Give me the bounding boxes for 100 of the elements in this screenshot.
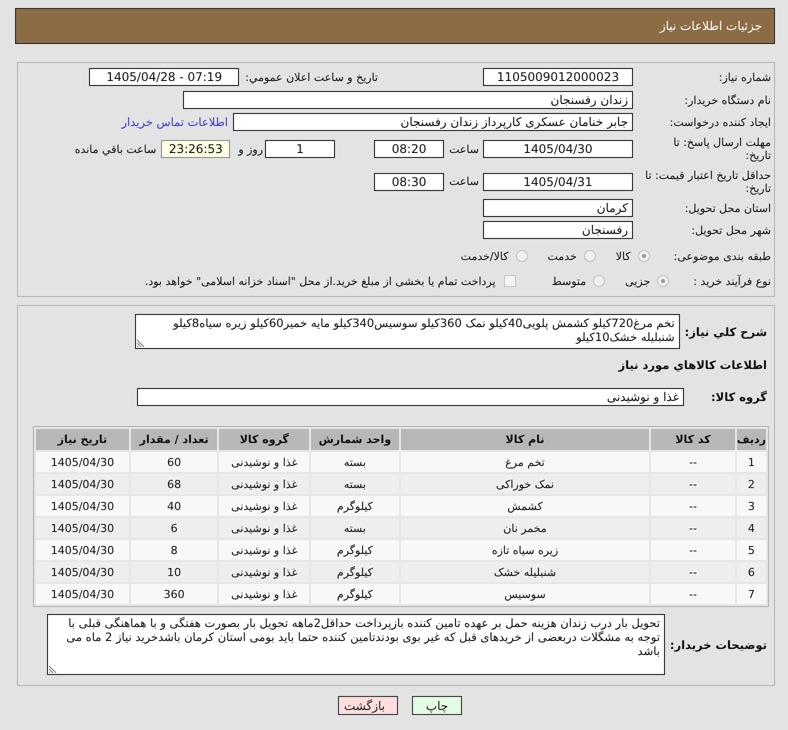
table-cell: 3 (736, 496, 766, 516)
time-field[interactable]: 08:20 (374, 140, 444, 158)
table-cell: 2 (736, 474, 766, 494)
contact-info-link[interactable]: اطلاعات تماس خریدار (121, 115, 228, 129)
resize-grip-icon[interactable] (48, 665, 57, 673)
field-label: ساعت باقي مانده (74, 142, 156, 156)
field-label: شماره نیاز: (718, 70, 771, 84)
table-cell: 6 (736, 562, 766, 582)
checkbox[interactable] (504, 275, 516, 287)
checkbox-label: پرداخت تمام یا بخشی از مبلغ خرید.از محل "اسناد خزانه اسلامی" خواهد بود. (144, 274, 496, 288)
field-label: ساعت (449, 175, 479, 188)
table-cell: 1405/04/30 (36, 474, 129, 494)
field-label: نام دستگاه خریدار: (683, 94, 771, 106)
goods-group-field[interactable]: غذا و نوشیدنی (137, 388, 684, 406)
radio-label: کالا/خدمت (460, 250, 508, 262)
column-header: کد کالا (651, 429, 735, 450)
table-cell: کیلوگرم (311, 540, 399, 560)
table-cell: نمک خوراکی (400, 474, 650, 494)
time-field[interactable]: 08:30 (374, 172, 444, 190)
field-label: گروه کالا: (710, 390, 767, 404)
remaining-time-field[interactable]: 23:26:53 (161, 140, 230, 158)
days-field[interactable]: 1 (265, 140, 336, 158)
field-label: مهلت ارسال پاسخ: تا تاریخ: (672, 136, 771, 162)
table-cell: 1405/04/30 (36, 518, 129, 538)
radio-button[interactable] (593, 275, 606, 287)
radio-button[interactable] (657, 275, 670, 287)
date-field[interactable]: 1405/04/30 (483, 140, 633, 158)
table-cell: کیلوگرم (311, 584, 399, 604)
buyer-notes-field[interactable]: تحویل بار درب زندان هزینه حمل بر عهده تامین کننده بازپرداخت حداقل2ماهه تحویل بار بصورت هفتگی و با هماهنگی قبلی با توجه به مشگلات دربعضی از خریدهای قبل که غیر بوی بودندتامین کننده حتما باید بومی استان کرمان باشدخرید نیاز 2 ماه می باشد (46, 614, 665, 675)
field-label: شهر محل تحویل: (690, 224, 771, 236)
field-label: شرح کلي نياز: (684, 324, 767, 338)
table-cell: سوسیس (400, 584, 650, 604)
table-cell: -- (651, 562, 735, 582)
field-label: نوع فرآیند خرید : (693, 274, 771, 288)
table-cell: غذا و نوشیدنی (219, 474, 310, 494)
column-header: نام کالا (400, 429, 650, 450)
table-cell: -- (651, 452, 735, 472)
requester-field[interactable]: جابر خنامان عسکری کارپرداز زندان رفسنجان (233, 113, 633, 131)
table-cell: زیره سیاه تازه (400, 540, 650, 560)
table-cell: 1405/04/30 (36, 562, 129, 582)
table-cell: -- (651, 584, 735, 604)
table-cell: 68 (130, 474, 218, 494)
table-cell: 1405/04/30 (36, 496, 129, 516)
resize-grip-icon[interactable] (136, 339, 145, 347)
field-label: طبقه بندی موضوعی: (674, 250, 771, 262)
table-cell: -- (651, 496, 735, 516)
table-cell: مخمر نان (400, 518, 650, 538)
table-cell: 4 (736, 518, 766, 538)
table-cell: -- (651, 540, 735, 560)
table-cell: -- (651, 518, 735, 538)
table-cell: 40 (130, 496, 218, 516)
table-cell: 6 (130, 518, 218, 538)
table-cell: غذا و نوشیدنی (219, 540, 310, 560)
field-label: استان محل تحویل: (684, 202, 771, 214)
table-cell: غذا و نوشیدنی (219, 452, 310, 472)
table-cell: 10 (130, 562, 218, 582)
table-cell: کشمش (400, 496, 650, 516)
table-cell: غذا و نوشیدنی (219, 496, 310, 516)
field-label: تاریخ و ساعت اعلان عمومي: (245, 70, 378, 84)
field-label: ساعت (449, 142, 479, 156)
table-cell: شنبلیله خشک (400, 562, 650, 582)
page-title: جزئیات اطلاعات نیاز (660, 19, 762, 33)
field-label: توضیحات خریدار: (670, 638, 767, 652)
radio-button[interactable] (638, 250, 650, 262)
column-header: ردیف (736, 429, 766, 450)
radio-button[interactable] (584, 250, 596, 262)
description-field[interactable]: تخم مرغ720کیلو کشمش پلویی40کیلو نمک 360کیلو سوسیس340کیلو مایه خمیر60کیلو زیره سیاه8کیلو شنبلیله خشک10کیلو (134, 314, 680, 349)
column-header: گروه کالا (219, 429, 310, 450)
table-cell: تخم مرغ (400, 452, 650, 472)
table-cell: 60 (130, 452, 218, 472)
table-cell: غذا و نوشیدنی (219, 562, 310, 582)
date-field[interactable]: 1405/04/31 (483, 172, 633, 190)
table-cell: 7 (736, 584, 766, 604)
table-cell: 5 (736, 540, 766, 560)
buyer-name-field[interactable]: زندان رفسنجان (183, 91, 633, 109)
column-header: تعداد / مقدار (130, 429, 218, 450)
print-button[interactable]: چاپ (412, 696, 462, 715)
table-cell: 1405/04/30 (36, 452, 129, 472)
province-field[interactable]: کرمان (483, 199, 633, 217)
table-cell: 1405/04/30 (36, 540, 129, 560)
back-button[interactable]: بازگشت (338, 696, 398, 715)
table-cell: غذا و نوشیدنی (219, 584, 310, 604)
city-field[interactable]: رفسنجان (483, 221, 633, 239)
table-cell: -- (651, 474, 735, 494)
table-cell: بسته (311, 452, 399, 472)
announcement-date-field[interactable]: 1405/04/28 - 07:19 (89, 68, 240, 86)
table-cell: بسته (311, 518, 399, 538)
section-heading: اطلاعات کالاهاي مورد نياز (618, 358, 767, 373)
table-cell: 8 (130, 540, 218, 560)
radio-label: جزیی (625, 274, 650, 288)
column-header: واحد شمارش (311, 429, 399, 450)
table-cell: 1405/04/30 (36, 584, 129, 604)
field-label: حداقل تاریخ اعتبار قیمت: تا تاریخ: (645, 168, 771, 194)
need-number-field[interactable]: 1105009012000023 (483, 68, 633, 86)
table-cell: 360 (130, 584, 218, 604)
radio-button[interactable] (516, 250, 528, 262)
radio-label: خدمت (548, 250, 577, 262)
column-header: تاریخ نیاز (36, 429, 129, 450)
table-cell: کیلوگرم (311, 496, 399, 516)
table-cell: غذا و نوشیدنی (219, 518, 310, 538)
